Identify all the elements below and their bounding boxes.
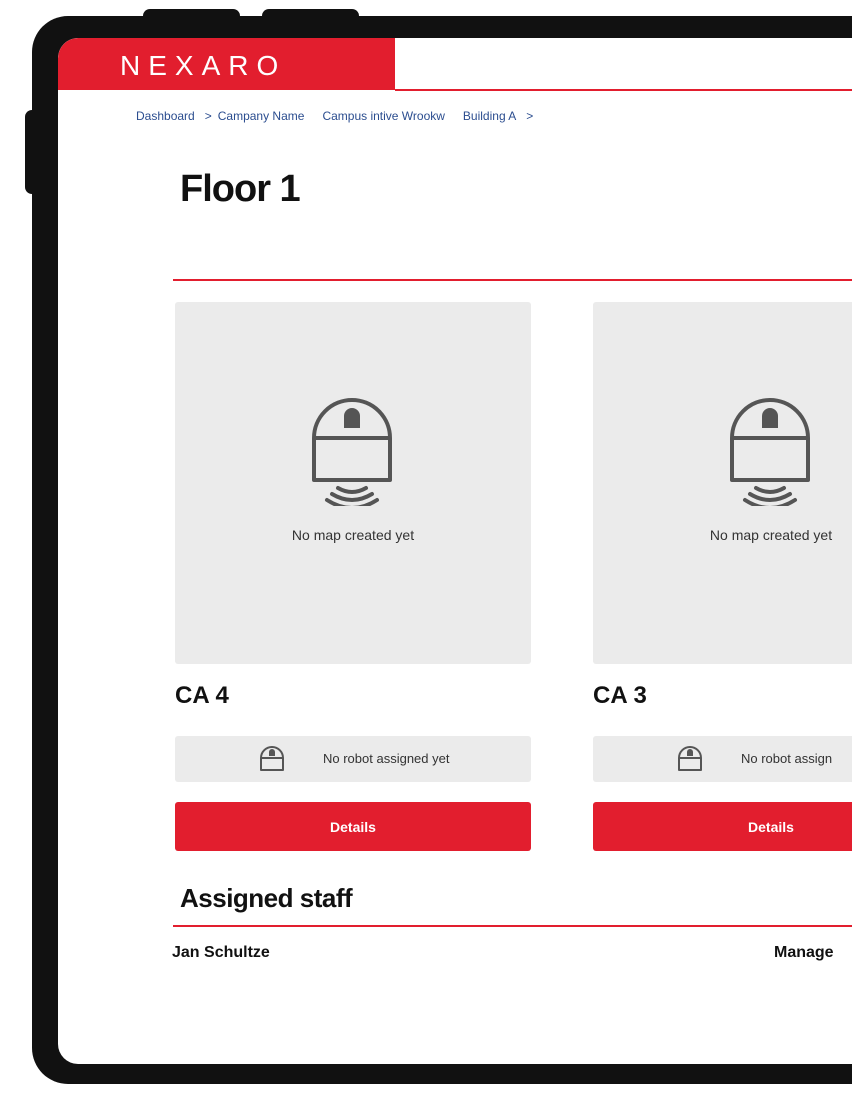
breadcrumb: Dashboard > Campany Name Campus intive W… xyxy=(136,109,539,123)
map-status-text: No map created yet xyxy=(709,527,833,543)
robot-status-text: No robot assigned yet xyxy=(323,751,450,766)
breadcrumb-building[interactable]: Building A xyxy=(463,109,516,123)
header-divider xyxy=(395,89,852,91)
breadcrumb-separator: > xyxy=(526,109,534,123)
area-title: CA 3 xyxy=(593,682,647,709)
area-title: CA 4 xyxy=(175,682,229,709)
robot-signal-icon xyxy=(730,398,810,506)
breadcrumb-separator: > xyxy=(204,109,212,123)
brand-header[interactable]: NEXARO xyxy=(58,38,395,90)
map-status-text: No map created yet xyxy=(291,527,415,543)
staff-role: Manage xyxy=(774,944,834,961)
area-card: No map created yet CA 3 No robot assign … xyxy=(593,302,852,851)
title-divider xyxy=(173,279,852,281)
map-placeholder[interactable]: No map created yet xyxy=(175,302,531,664)
breadcrumb-dashboard[interactable]: Dashboard xyxy=(136,109,195,123)
app-screen: NEXARO Dashboard > Campany Name Campus i… xyxy=(58,38,852,1064)
robot-icon xyxy=(260,746,284,771)
staff-section-title: Assigned staff xyxy=(180,883,353,913)
staff-divider xyxy=(173,925,852,927)
breadcrumb-campus[interactable]: Campus intive Wrookw xyxy=(322,109,444,123)
details-button[interactable]: Details xyxy=(175,802,531,851)
staff-name: Jan Schultze xyxy=(172,944,270,961)
page-title: Floor 1 xyxy=(180,168,301,210)
robot-icon xyxy=(678,746,702,771)
details-button[interactable]: Details xyxy=(593,802,852,851)
area-card: No map created yet CA 4 No robot assigne… xyxy=(175,302,531,851)
robot-assignment-bar[interactable]: No robot assigned yet xyxy=(175,736,531,782)
robot-signal-icon xyxy=(312,398,392,506)
robot-assignment-bar[interactable]: No robot assign xyxy=(593,736,852,782)
breadcrumb-company[interactable]: Campany Name xyxy=(218,109,305,123)
brand-logo: NEXARO xyxy=(120,50,287,81)
robot-status-text: No robot assign xyxy=(741,751,833,766)
map-placeholder[interactable]: No map created yet xyxy=(593,302,852,664)
